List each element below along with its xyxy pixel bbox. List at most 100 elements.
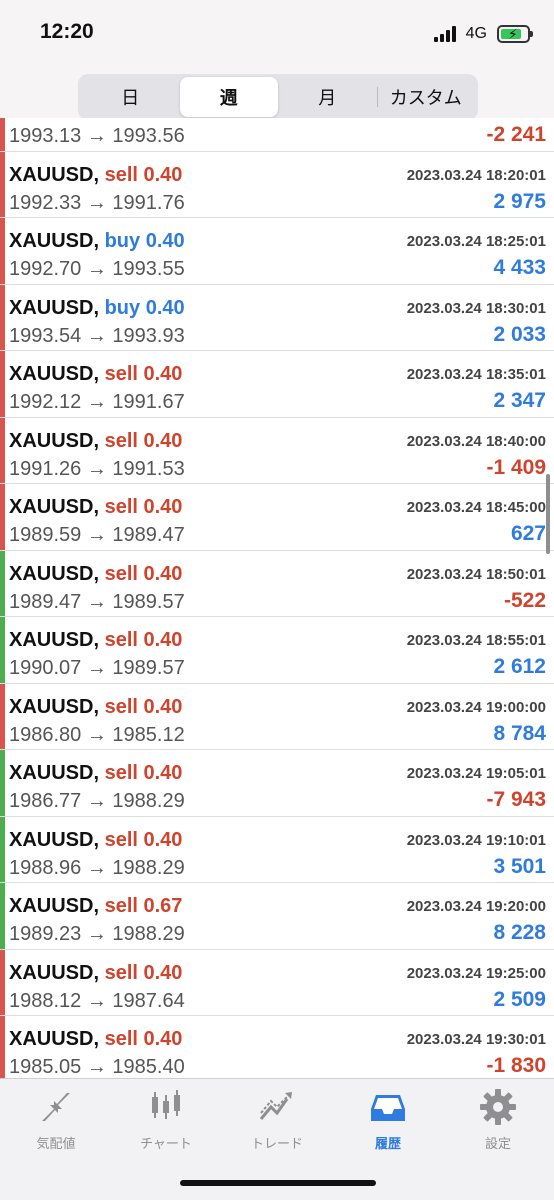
- period-day-tab[interactable]: 日: [81, 77, 180, 117]
- trade-volume: 0.40: [143, 562, 183, 585]
- trade-time: 2023.03.24 19:10:01: [406, 831, 546, 849]
- trade-row-status-bar: [0, 218, 5, 284]
- trade-prices: 1992.70 → 1993.55: [9, 258, 185, 280]
- trade-row[interactable]: XAUUSD, sell 0.40 1989.59 → 1989.47 2023.0…: [0, 484, 554, 551]
- trade-volume: 0.40: [143, 496, 183, 518]
- tab-history[interactable]: 履歴: [338, 1087, 438, 1157]
- trade-time: 2023.03.24 18:50:01: [406, 565, 546, 583]
- trade-prices: 1985.05 → 1985.40: [9, 1056, 185, 1078]
- trade-symbol-line: XAUUSD, sell 0.40: [9, 118, 182, 120]
- trade-row[interactable]: XAUUSD, sell 0.40 1991.26 → 1991.53 2023.0…: [0, 417, 554, 484]
- trade-symbol-line: XAUUSD, sell 0.40: [9, 563, 182, 586]
- trade-row[interactable]: XAUUSD, sell 0.40 1992.12 → 1991.67 2023.0…: [0, 351, 554, 418]
- trade-row[interactable]: XAUUSD, sell 0.40 1988.12 → 1987.64 2023.0…: [0, 949, 554, 1016]
- trade-volume: 0.40: [143, 429, 183, 452]
- period-month-tab[interactable]: 月: [278, 77, 377, 117]
- trade-volume: 0.40: [143, 163, 183, 186]
- trade-side: sell: [104, 695, 138, 718]
- trade-side: sell: [104, 629, 138, 651]
- trade-side: sell: [104, 163, 138, 186]
- trade-symbol: XAUUSD,: [9, 629, 100, 651]
- trade-row[interactable]: XAUUSD, sell 0.40 1990.07 → 1989.57 2023.0…: [0, 617, 554, 684]
- trade-prices: 1986.80 → 1985.12: [9, 723, 185, 746]
- tab-chart[interactable]: チャート: [116, 1087, 216, 1157]
- period-custom-tab[interactable]: カスタム: [376, 77, 476, 117]
- candlestick-chart-icon: [152, 1090, 180, 1119]
- trade-row[interactable]: XAUUSD, sell 0.40 1988.96 → 1988.29 2023.0…: [0, 816, 554, 883]
- trade-side: sell: [104, 961, 138, 984]
- trade-row[interactable]: XAUUSD, buy 0.40 1992.70 → 1993.55 2023.03…: [0, 218, 554, 285]
- trade-time: 2023.03.24 19:30:01: [406, 1031, 546, 1048]
- charging-bolt-icon: ⚡: [508, 26, 518, 42]
- trade-profit: 8 228: [493, 921, 546, 944]
- battery-icon: ⚡: [497, 25, 533, 43]
- trade-symbol: XAUUSD,: [9, 961, 100, 984]
- trade-profit: -522: [503, 588, 546, 612]
- trade-profit: 2 975: [493, 189, 546, 213]
- trade-profit: 4 433: [493, 256, 546, 279]
- trade-symbol: XAUUSD,: [9, 562, 100, 585]
- trade-profit: 2 509: [493, 987, 546, 1011]
- trade-profit: 3 501: [493, 854, 546, 878]
- trade-symbol-line: XAUUSD, sell 0.67: [9, 895, 182, 918]
- trade-symbol-line: XAUUSD, sell 0.40: [9, 1028, 182, 1051]
- trade-row[interactable]: XAUUSD, sell 0.40 1989.47 → 1989.57 2023.0…: [0, 550, 554, 617]
- trade-prices: 1993.54 → 1993.93: [9, 324, 185, 347]
- tab-trade[interactable]: トレード: [227, 1087, 327, 1157]
- trade-row[interactable]: XAUUSD, sell 0.67 1989.23 → 1988.29 2023.0…: [0, 883, 554, 950]
- trade-row[interactable]: XAUUSD, sell 0.40 1986.77 → 1988.29 2023.0…: [0, 750, 554, 817]
- scroll-indicator[interactable]: [546, 474, 550, 554]
- trade-symbol: XAUUSD,: [9, 828, 100, 851]
- home-indicator[interactable]: [180, 1180, 376, 1186]
- trade-time: 2023.03.24 18:45:00: [406, 499, 546, 516]
- history-inbox-icon: [371, 1095, 405, 1121]
- trade-time: 2023.03.24 19:05:01: [406, 765, 546, 782]
- trade-symbol-line: XAUUSD, sell 0.40: [9, 363, 182, 386]
- trade-volume: 0.67: [143, 895, 183, 917]
- trade-side: sell: [104, 895, 138, 917]
- tab-chart-label: チャート: [140, 1136, 192, 1151]
- trade-side: sell: [104, 762, 138, 784]
- trade-symbol: XAUUSD,: [9, 1028, 100, 1050]
- period-week-tab[interactable]: 週: [179, 77, 278, 117]
- trade-symbol-line: XAUUSD, sell 0.40: [9, 829, 182, 852]
- trade-row[interactable]: XAUUSD, buy 0.40 1993.54 → 1993.93 2023.03…: [0, 284, 554, 351]
- trade-row-status-bar: [0, 118, 5, 151]
- trade-row-status-bar: [0, 417, 5, 483]
- trade-line-chart-icon: [259, 1092, 292, 1120]
- trade-symbol-line: XAUUSD, sell 0.40: [9, 496, 182, 519]
- trade-time: 2023.03.24 19:20:00: [406, 898, 546, 915]
- tab-history-label: 履歴: [374, 1136, 401, 1151]
- tab-settings[interactable]: 設定: [448, 1087, 548, 1157]
- trade-symbol-line: XAUUSD, sell 0.40: [9, 962, 182, 985]
- trade-symbol: XAUUSD,: [9, 695, 100, 718]
- trade-volume: 0.40: [143, 1028, 183, 1050]
- trade-symbol: XAUUSD,: [9, 230, 100, 252]
- trade-volume: 0.40: [143, 695, 183, 718]
- trade-volume: 0.40: [144, 118, 183, 119]
- trade-symbol-line: XAUUSD, sell 0.40: [9, 762, 182, 785]
- trade-prices: 1988.96 → 1988.29: [9, 856, 185, 879]
- trade-time: 2023.03.24 18:35:01: [406, 366, 546, 383]
- trade-symbol-line: XAUUSD, sell 0.40: [9, 629, 182, 652]
- trade-row-status-bar: [0, 484, 5, 550]
- trade-row[interactable]: XAUUSD, sell 0.40 1992.33 → 1991.76 2023.0…: [0, 151, 554, 218]
- trade-side: buy: [104, 230, 141, 252]
- trade-history-list[interactable]: XAUUSD, sell 0.40 1993.13 → 1993.56 -2 241…: [0, 118, 554, 1078]
- trade-row-status-bar: [0, 151, 5, 217]
- trade-volume: 0.40: [143, 961, 183, 984]
- trade-symbol: XAUUSD,: [9, 762, 100, 784]
- tab-trade-label: トレード: [250, 1136, 303, 1151]
- trade-profit: -2 241: [486, 123, 546, 146]
- trade-symbol: XAUUSD,: [9, 895, 100, 917]
- trade-row[interactable]: XAUUSD, sell 0.40 1986.80 → 1985.12 2023.0…: [0, 683, 554, 750]
- tab-quotes[interactable]: 気配値: [6, 1087, 106, 1157]
- trade-prices: 1989.59 → 1989.47: [9, 524, 185, 546]
- trade-prices: 1988.12 → 1987.64: [9, 989, 185, 1012]
- quotes-arrows-icon: [42, 1093, 70, 1121]
- trade-side: sell: [104, 363, 138, 385]
- trade-row[interactable]: XAUUSD, sell 0.40 1985.05 → 1985.40 2023.0…: [0, 1016, 554, 1078]
- trade-profit: 2 033: [493, 322, 546, 346]
- trade-row[interactable]: XAUUSD, sell 0.40 1993.13 → 1993.56 -2 241: [0, 118, 554, 152]
- trade-profit: 2 347: [493, 389, 546, 412]
